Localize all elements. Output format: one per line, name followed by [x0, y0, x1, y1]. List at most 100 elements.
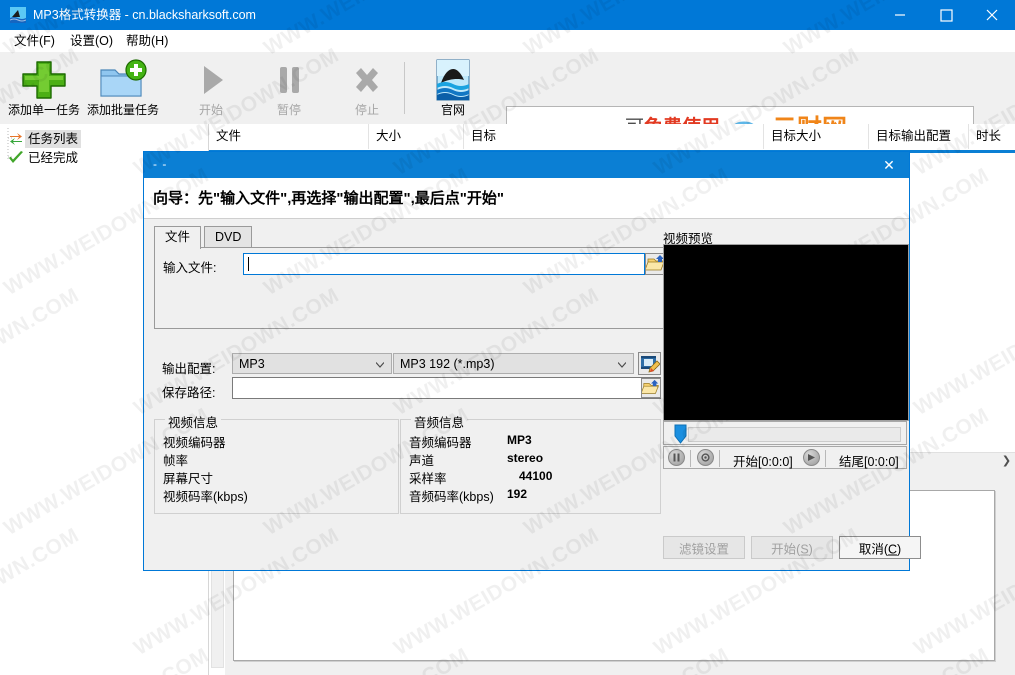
video-codec-label: 视频编码器 [163, 436, 226, 450]
save-path-field[interactable] [232, 377, 661, 399]
control-separator-2 [719, 450, 720, 467]
minimize-button[interactable] [877, 0, 923, 30]
seek-thumb[interactable] [674, 424, 687, 444]
column-target-size[interactable]: 目标大小 [764, 124, 869, 149]
edit-profile-button[interactable] [638, 352, 661, 375]
cancel-dialog-button[interactable]: 取消(C) [839, 536, 921, 559]
filter-settings-label: 滤镜设置 [678, 542, 729, 556]
toolbar: 添加单一任务 添加批量任务 开始 暂停 停止 官网 [0, 52, 1015, 164]
audio-codec-value: MP3 [507, 433, 532, 447]
open-folder-icon [640, 379, 659, 394]
pause-toolbar-label: 暂停 [276, 103, 301, 117]
column-duration[interactable]: 时长 [969, 124, 1015, 149]
add-single-task-label: 添加单一任务 [7, 103, 80, 117]
toolbar-separator [404, 62, 405, 114]
stop-toolbar-label: 停止 [354, 103, 379, 117]
pause-round-button[interactable] [668, 449, 685, 466]
audio-bitrate-value: 192 [507, 487, 528, 501]
output-format-value: MP3 [239, 357, 265, 371]
sidebar-label-completed: 已经完成 [28, 151, 79, 165]
folder-plus-icon [100, 59, 147, 97]
menu-settings[interactable]: 设置(O) [62, 33, 121, 50]
text-caret [248, 257, 249, 271]
column-target-profile[interactable]: 目标输出配置 [869, 124, 969, 149]
preview-seek-bar[interactable] [663, 421, 907, 445]
dialog-banner-text: 向导：先"输入文件",再选择"输出配置",最后点"开始" [153, 190, 505, 207]
input-file-field[interactable] [243, 253, 645, 275]
chevron-down-icon [376, 362, 384, 368]
output-format-combo[interactable]: MP3 [232, 353, 392, 374]
window-title: MP3格式转换器 - cn.blacksharksoft.com [33, 8, 256, 22]
control-separator-1 [690, 450, 691, 467]
control-separator-3 [825, 450, 826, 467]
add-single-task-button[interactable]: 添加单一任务 [0, 54, 88, 122]
video-info-title: 视频信息 [165, 412, 222, 431]
column-size[interactable]: 大小 [369, 124, 464, 149]
maximize-button[interactable] [923, 0, 969, 30]
cancel-dialog-label: 取消(C) [858, 542, 902, 556]
official-site-button[interactable]: 官网 [409, 54, 497, 122]
sidebar-item-completed[interactable]: 已经完成 [8, 149, 81, 167]
output-preset-combo[interactable]: MP3 192 (*.mp3) [393, 353, 634, 374]
end-time-label[interactable]: 结尾[0:0:0] [839, 451, 899, 470]
start-toolbar-button[interactable]: 开始 [167, 54, 255, 122]
conversion-wizard-dialog: - - ✕ 向导：先"输入文件",再选择"输出配置",最后点"开始" 文件 DV… [143, 151, 921, 571]
menu-help[interactable]: 帮助(H) [118, 33, 176, 50]
column-file[interactable]: 文件 [209, 124, 369, 149]
camera-round-icon [701, 453, 710, 462]
dialog-banner: 向导：先"输入文件",再选择"输出配置",最后点"开始" [144, 178, 909, 219]
dialog-close-button[interactable]: ✕ [869, 152, 909, 178]
shark-fin-icon [436, 59, 470, 101]
chevron-down-icon [618, 362, 626, 368]
source-tabstrip: 文件 DVD [154, 226, 666, 249]
mark-round-icon [808, 454, 815, 461]
mark-round-button[interactable] [803, 449, 820, 466]
output-preset-value: MP3 192 (*.mp3) [400, 357, 495, 371]
tab-file[interactable]: 文件 [154, 226, 202, 249]
stop-toolbar-button[interactable]: 停止 [323, 54, 411, 122]
sample-rate-value: 44100 [519, 469, 553, 483]
filter-settings-button[interactable]: 滤镜设置 [663, 536, 745, 559]
video-info-group: 视频信息 视频编码器 帧率 屏幕尺寸 视频码率(kbps) [154, 412, 399, 514]
seek-track[interactable] [688, 427, 901, 442]
channels-label: 声道 [409, 454, 435, 468]
start-dialog-label: 开始(S) [771, 542, 813, 556]
list-header: 文件 大小 目标 目标大小 目标输出配置 时长 进度 比特率(k... [209, 124, 1015, 151]
sidebar-item-task-list[interactable]: 任务列表 [8, 130, 82, 148]
minimize-icon [895, 14, 905, 16]
input-file-label: 输入文件: [163, 261, 217, 275]
start-time-label[interactable]: 开始[0:0:0] [733, 451, 793, 470]
audio-codec-label: 音频编码器 [409, 436, 472, 450]
start-dialog-button[interactable]: 开始(S) [751, 536, 833, 559]
menu-file[interactable]: 文件(F) [6, 33, 63, 50]
save-path-label: 保存路径: [162, 386, 216, 400]
video-preview-surface[interactable] [663, 244, 909, 421]
scroll-right-icon[interactable]: ❯ [1000, 455, 1013, 468]
channels-value: stereo [507, 451, 544, 465]
tab-dvd[interactable]: DVD [204, 226, 253, 248]
maximize-icon [940, 9, 953, 22]
pause-toolbar-button[interactable]: 暂停 [245, 54, 333, 122]
save-path-browse-button[interactable] [640, 378, 661, 398]
column-target[interactable]: 目标 [464, 124, 764, 149]
dialog-title-bar: - - ✕ [144, 152, 909, 178]
preview-control-bar: 开始[0:0:0] 结尾[0:0:0] [663, 446, 907, 469]
frame-rate-label: 帧率 [163, 454, 189, 468]
menu-bar: 文件(F) 设置(O) 帮助(H) [0, 30, 1015, 52]
title-bar: MP3格式转换器 - cn.blacksharksoft.com [0, 0, 1015, 30]
pause-round-icon [673, 453, 680, 462]
application-window: MP3格式转换器 - cn.blacksharksoft.com 文件(F) 设… [0, 0, 1015, 675]
official-site-label: 官网 [440, 103, 465, 117]
sidebar-label-task-list: 任务列表 [25, 130, 82, 148]
snapshot-round-button[interactable] [697, 449, 714, 466]
edit-profile-icon [641, 356, 661, 373]
tree-connector-lines [7, 128, 14, 160]
shark-app-icon [10, 7, 26, 23]
close-button[interactable] [969, 0, 1015, 30]
dialog-title-text: - - [153, 157, 168, 171]
file-tab-panel: 输入文件: [154, 247, 668, 329]
screen-size-label: 屏幕尺寸 [163, 472, 214, 486]
pause-icon [280, 67, 299, 93]
add-batch-task-button[interactable]: 添加批量任务 [79, 54, 167, 122]
video-bitrate-label: 视频码率(kbps) [163, 490, 248, 504]
